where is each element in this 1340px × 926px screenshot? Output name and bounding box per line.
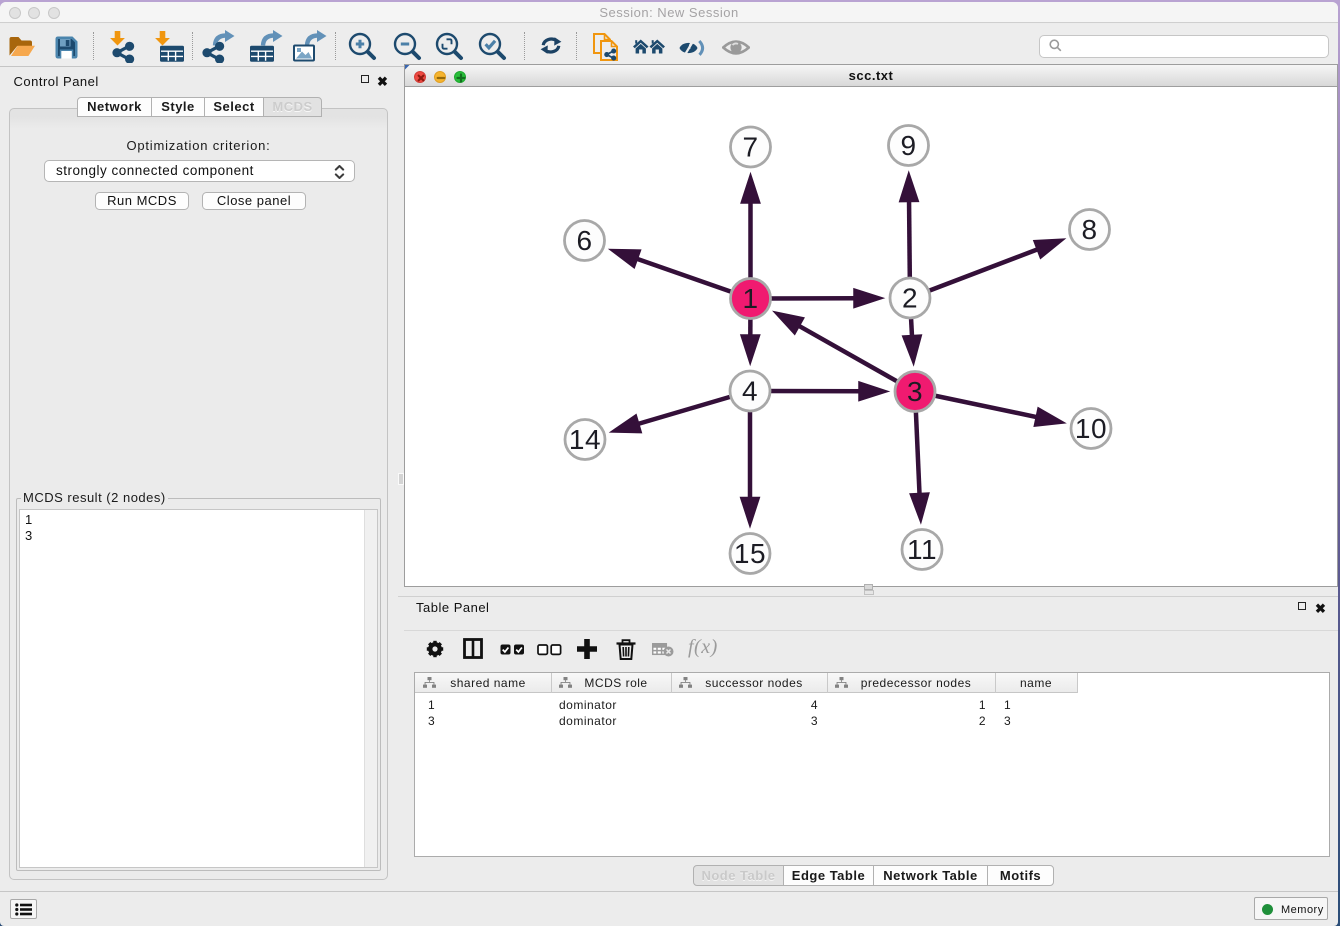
svg-text:15: 15 [734, 538, 766, 569]
svg-text:8: 8 [1081, 214, 1097, 245]
svg-text:3: 3 [907, 376, 923, 407]
svg-text:9: 9 [900, 130, 916, 161]
svg-text:2: 2 [902, 283, 918, 314]
svg-text:10: 10 [1075, 413, 1107, 444]
svg-text:11: 11 [907, 534, 937, 565]
svg-text:1: 1 [742, 283, 758, 314]
svg-text:4: 4 [742, 376, 758, 407]
svg-text:7: 7 [742, 132, 758, 163]
svg-text:14: 14 [569, 424, 601, 455]
svg-text:6: 6 [576, 225, 592, 256]
